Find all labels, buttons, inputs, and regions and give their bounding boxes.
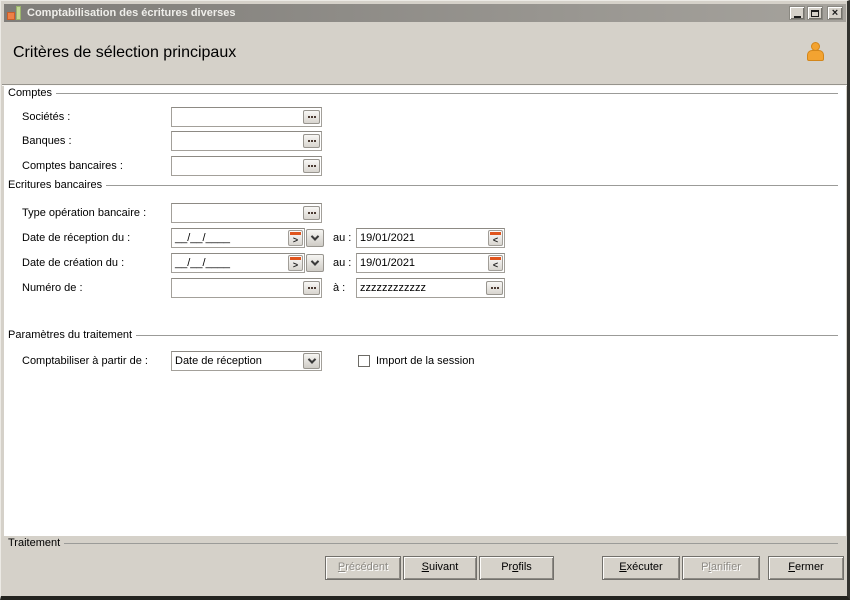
date-creation-to-input[interactable]: 19/01/2021 < xyxy=(356,253,505,273)
row-date-creation: Date de création du : __/__/____ > au : … xyxy=(4,253,846,273)
group-label: Comptes xyxy=(8,87,53,99)
calendar-dropdown-button[interactable] xyxy=(306,229,324,247)
comptes-bancaires-label: Comptes bancaires : xyxy=(22,160,123,172)
date-creation-from-input[interactable]: __/__/____ > xyxy=(171,253,305,273)
person-icon-body xyxy=(807,50,824,61)
group-rule xyxy=(56,93,838,94)
date-reception-from-value: __/__/____ xyxy=(175,232,231,244)
ellipsis-icon[interactable] xyxy=(303,110,320,124)
person-icon[interactable] xyxy=(807,42,824,61)
form-area: Comptes Sociétés : Banques : Comptes ban… xyxy=(4,86,846,536)
minimize-icon xyxy=(793,15,801,18)
close-button[interactable]: × xyxy=(827,6,843,20)
orange-bar xyxy=(290,232,301,235)
banques-input[interactable] xyxy=(171,131,322,151)
ellipsis-icon[interactable] xyxy=(303,206,320,220)
copy-date-right-icon[interactable]: > xyxy=(288,230,303,246)
row-numero: Numéro de : à : zzzzzzzzzzzz xyxy=(4,278,846,298)
orange-bar xyxy=(290,257,301,260)
numero-to-input[interactable]: zzzzzzzzzzzz xyxy=(356,278,505,298)
orange-bar xyxy=(490,232,501,235)
group-rule xyxy=(136,335,838,336)
window-title: Comptabilisation des écritures diverses xyxy=(27,7,236,19)
comptabiliser-label: Comptabiliser à partir de : xyxy=(22,355,148,367)
app-icon-green-bar xyxy=(16,6,21,20)
import-session-label: Import de la session xyxy=(376,355,475,367)
group-parametres: Paramètres du traitement xyxy=(8,329,838,341)
row-comptabiliser: Comptabiliser à partir de : Date de réce… xyxy=(4,351,846,371)
planifier-button[interactable]: Planifier xyxy=(682,556,760,580)
row-type-operation: Type opération bancaire : xyxy=(4,203,846,223)
combo-dropdown-button[interactable] xyxy=(303,353,320,369)
row-societes: Sociétés : xyxy=(4,107,846,127)
numero-to-label: à : xyxy=(333,282,346,294)
date-reception-from-input[interactable]: __/__/____ > xyxy=(171,228,305,248)
ellipsis-icon[interactable] xyxy=(303,159,320,173)
comptes-bancaires-input[interactable] xyxy=(171,156,322,176)
type-operation-label: Type opération bancaire : xyxy=(22,207,147,219)
page-title: Critères de sélection principaux xyxy=(13,44,237,61)
group-label: Paramètres du traitement xyxy=(8,329,133,341)
dialog-window: Comptabilisation des écritures diverses … xyxy=(0,0,850,600)
numero-label: Numéro de : xyxy=(22,282,83,294)
ellipsis-icon[interactable] xyxy=(303,281,320,295)
row-date-reception: Date de réception du : __/__/____ > au :… xyxy=(4,228,846,248)
group-ecritures: Ecritures bancaires xyxy=(8,179,838,191)
ellipsis-icon[interactable] xyxy=(303,134,320,148)
comptabiliser-value: Date de réception xyxy=(175,355,262,367)
chevron-down-icon xyxy=(310,257,320,266)
suivant-button[interactable]: Suivant xyxy=(403,556,477,580)
date-reception-to-input[interactable]: 19/01/2021 < xyxy=(356,228,505,248)
societes-label: Sociétés : xyxy=(22,111,71,123)
executer-button[interactable]: Exécuter xyxy=(602,556,680,580)
group-traitement: Traitement xyxy=(8,537,838,549)
date-reception-label: Date de réception du : xyxy=(22,232,131,244)
title-bar[interactable]: Comptabilisation des écritures diverses … xyxy=(4,4,846,22)
group-label: Traitement xyxy=(8,537,61,549)
row-banques: Banques : xyxy=(4,131,846,151)
date-creation-to-label: au : xyxy=(333,257,352,269)
minimize-button[interactable] xyxy=(789,6,805,20)
chevron-down-icon xyxy=(307,355,316,364)
copy-date-left-icon[interactable]: < xyxy=(488,255,503,271)
profils-button[interactable]: Profils xyxy=(479,556,554,580)
calendar-dropdown-button[interactable] xyxy=(306,254,324,272)
group-comptes: Comptes xyxy=(8,87,838,99)
import-session-checkbox[interactable] xyxy=(358,355,370,367)
group-rule xyxy=(64,543,838,544)
ellipsis-icon[interactable] xyxy=(486,281,503,295)
close-icon: × xyxy=(831,7,839,19)
date-creation-to-value: 19/01/2021 xyxy=(360,257,416,269)
group-rule xyxy=(106,185,838,186)
app-icon xyxy=(7,6,22,20)
banques-label: Banques : xyxy=(22,135,72,147)
orange-bar xyxy=(490,257,501,260)
precedent-button[interactable]: Précédent xyxy=(325,556,401,580)
copy-date-right-icon[interactable]: > xyxy=(288,255,303,271)
row-comptes-bancaires: Comptes bancaires : xyxy=(4,156,846,176)
chevron-down-icon xyxy=(310,232,320,241)
numero-to-value: zzzzzzzzzzzz xyxy=(360,282,426,294)
maximize-button[interactable] xyxy=(807,6,823,20)
app-icon-orange-square xyxy=(7,12,15,20)
footer: Traitement Précédent Suivant Profils Exé… xyxy=(4,536,846,596)
date-creation-label: Date de création du : xyxy=(22,257,125,269)
date-reception-to-label: au : xyxy=(333,232,352,244)
maximize-icon xyxy=(811,9,819,17)
date-reception-to-value: 19/01/2021 xyxy=(360,232,416,244)
comptabiliser-select[interactable]: Date de réception xyxy=(171,351,322,371)
numero-from-input[interactable] xyxy=(171,278,322,298)
fermer-button[interactable]: Fermer xyxy=(768,556,844,580)
societes-input[interactable] xyxy=(171,107,322,127)
copy-date-left-icon[interactable]: < xyxy=(488,230,503,246)
group-label: Ecritures bancaires xyxy=(8,179,103,191)
type-operation-input[interactable] xyxy=(171,203,322,223)
date-creation-from-value: __/__/____ xyxy=(175,257,231,269)
